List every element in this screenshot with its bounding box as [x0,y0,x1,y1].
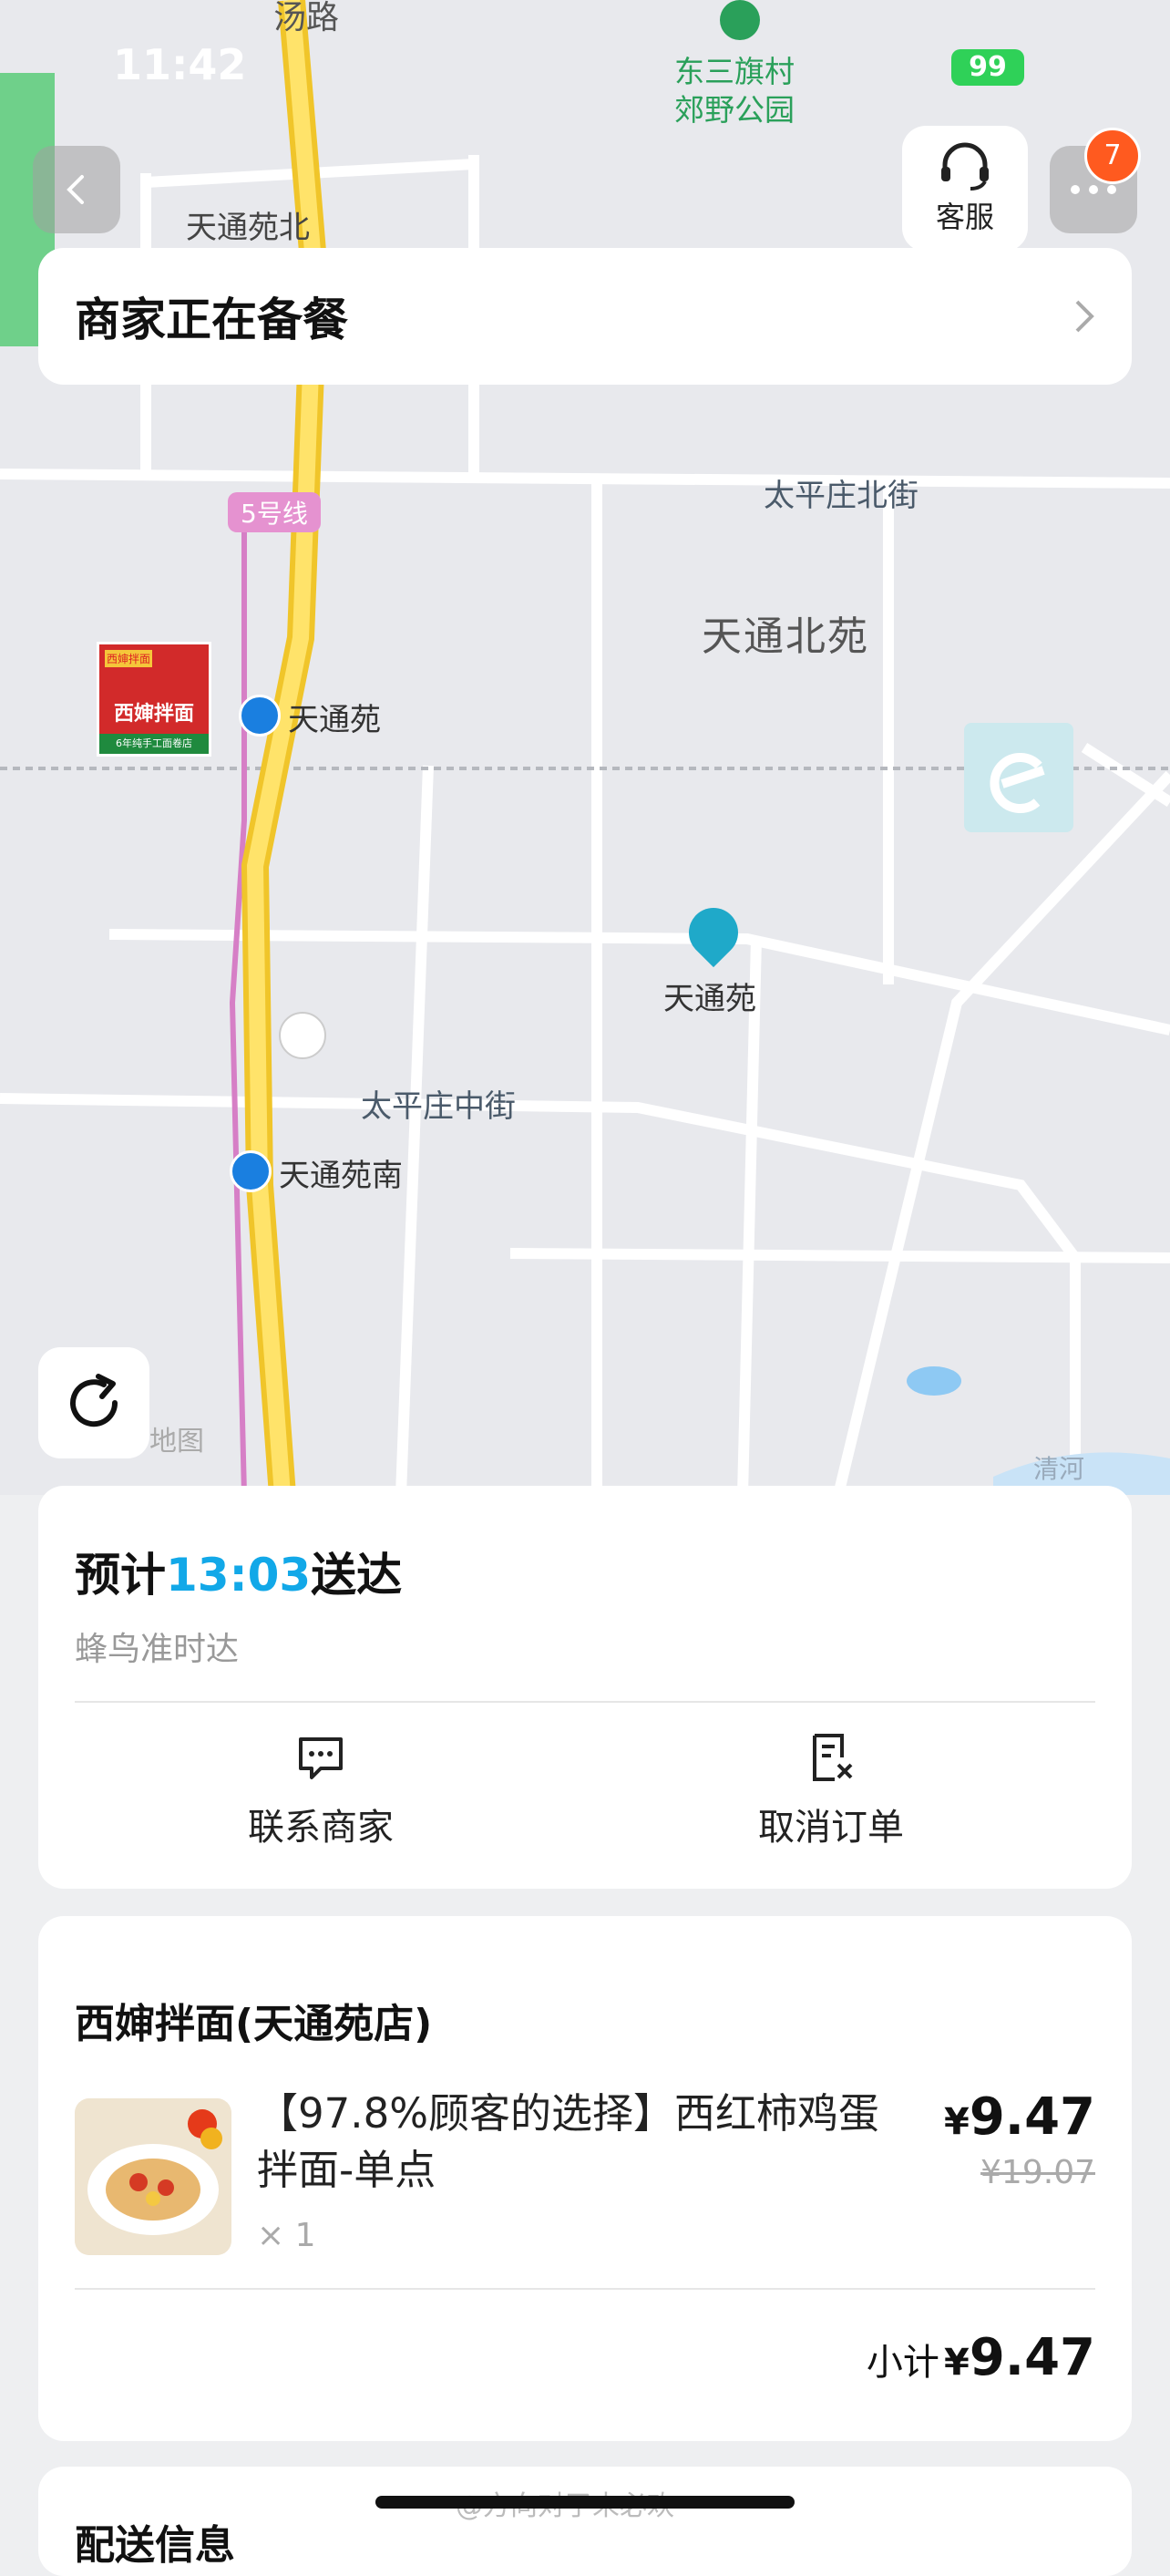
chat-icon [299,1737,343,1779]
tiantongyuan-north-label: 天通苑北 [186,210,310,246]
station-tiantongyuan-label: 天通苑 [288,702,381,738]
eta-suffix: 送达 [311,1549,403,1602]
eta-prefix: 预计 [75,1549,166,1602]
cancel-order-button[interactable]: 取消订单 [694,1732,968,1850]
battery-indicator: 99 [951,49,1024,86]
tiantong-beiyuan-label: 天通北苑 [702,613,869,660]
park-icon [720,0,760,40]
delivery-info-title: 配送信息 [75,2522,235,2569]
eta-heading: 预计13:03送达 [75,1539,402,1604]
qinghe-label: 清河 [1033,1454,1085,1484]
merchant-sign-name: 西婶拌面 [113,703,194,726]
order-details-card: 西婶拌面(天通苑店) 【97.8%顾客的选择】西红柿鸡蛋拌面-单点 × 1 ¥9… [38,1916,1132,2441]
metro-icon [239,695,281,737]
subtotal-value: 9.47 [969,2328,1095,2387]
item-name: 【97.8%顾客的选择】西红柿鸡蛋拌面-单点 [257,2089,879,2194]
item-quantity: × 1 [257,2217,316,2254]
noodle-dish-image [75,2098,231,2255]
cancel-document-icon [813,1734,853,1781]
map-provider-label: 地图 [149,1426,204,1458]
taipingzhuang-middle-street-label: 太平庄中街 [361,1088,516,1125]
customer-service-button[interactable]: 客服 [902,126,1028,252]
more-icon [1071,185,1116,194]
metro-south-icon [230,1150,272,1192]
divider [75,2288,1095,2290]
station-tiantongyuan-south-label: 天通苑南 [279,1158,403,1194]
chevron-left-icon [67,175,84,204]
back-button[interactable] [33,146,120,233]
refresh-icon [70,1374,118,1427]
contact-merchant-label: 联系商家 [248,1807,394,1849]
subtotal-currency: ¥ [943,2342,970,2384]
original-price: ¥19.07 [980,2154,1095,2191]
refresh-button[interactable] [38,1347,149,1458]
item-price: ¥9.47 ¥19.07 [944,2087,1095,2191]
currency-symbol: ¥ [943,2101,970,2143]
eta-card: 预计13:03送达 蜂鸟准时达 联系商家 取消订单 [38,1486,1132,1889]
road-label-vertical: 汤路 [273,0,340,36]
price-value: 9.47 [969,2087,1095,2147]
customer-service-label: 客服 [935,200,994,234]
eta-subtitle: 蜂鸟准时达 [75,1631,240,1668]
shop-name[interactable]: 西婶拌面(天通苑店) [75,1991,432,2049]
contact-merchant-button[interactable]: 联系商家 [184,1732,457,1850]
school-icon [279,1012,326,1059]
line5-label: 5号线 [228,492,321,532]
merchant-sign-tagline: 6年纯手工面卷店 [99,734,209,754]
item-thumbnail [75,2098,231,2255]
order-status-card[interactable]: 商家正在备餐 [38,248,1132,385]
divider [75,1701,1095,1703]
headset-icon [941,142,989,191]
park-label: 东三旗村 郊野公园 [674,54,795,128]
notification-badge: 7 [1084,128,1141,184]
poi-tiantongyuan-label: 天通苑 [663,981,756,1017]
cancel-order-label: 取消订单 [758,1807,904,1849]
subtotal: 小计 ¥9.47 [867,2328,1095,2387]
home-indicator[interactable] [375,2496,795,2509]
chevron-right-icon [1075,300,1094,333]
taipingzhuang-north-street-label: 太平庄北街 [764,478,919,514]
subtotal-label: 小计 [866,2342,939,2384]
status-time: 11:42 [113,40,247,89]
eta-time: 13:03 [166,1549,312,1602]
merchant-corner-tag: 西婶拌面 [105,650,153,667]
order-status-title: 商家正在备餐 [75,294,348,346]
merchant-map-marker[interactable]: 西婶拌面 西婶拌面 6年纯手工面卷店 [97,642,211,757]
